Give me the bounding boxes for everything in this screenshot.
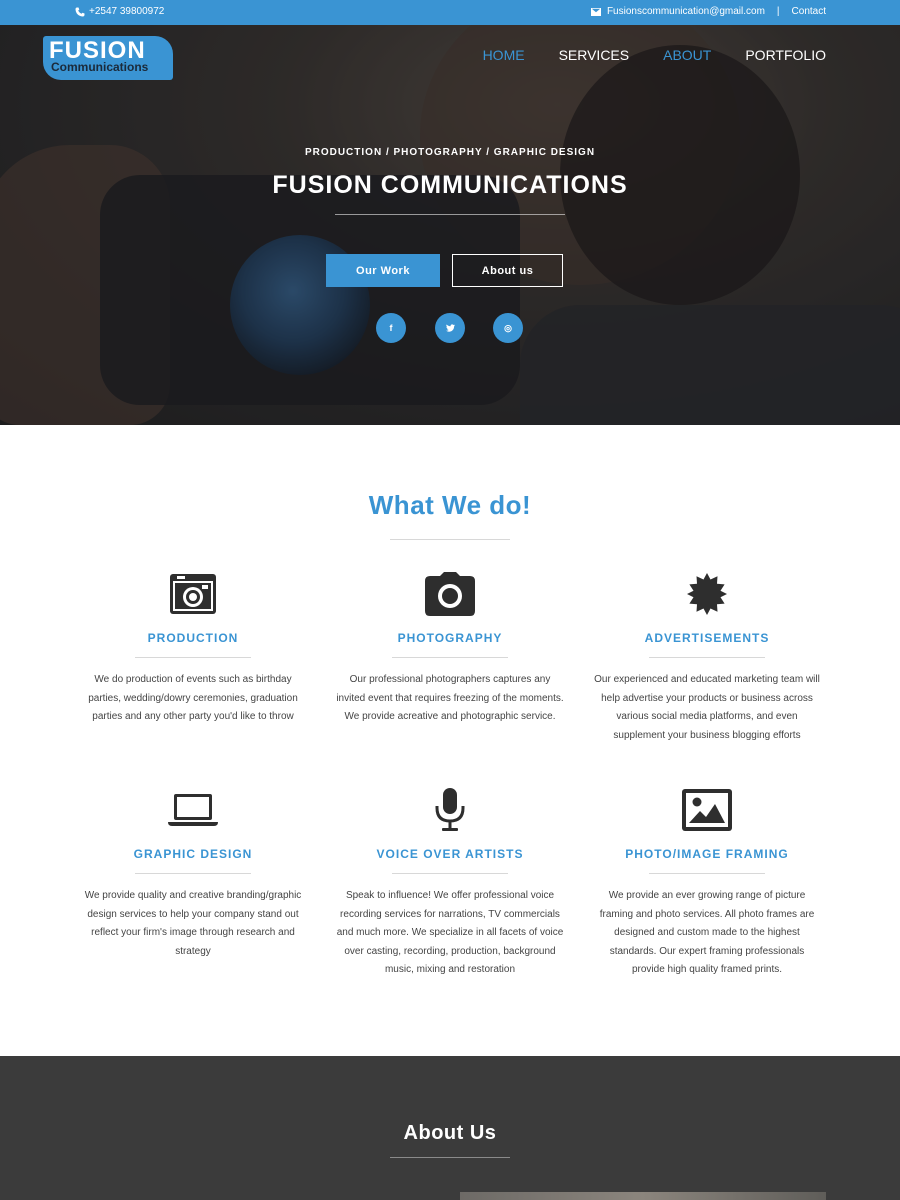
service-divider <box>392 873 508 874</box>
main-nav: HOME SERVICES ABOUT PORTFOLIO <box>483 47 826 63</box>
hero-title: FUSION COMMUNICATIONS <box>272 171 628 199</box>
hero-overlay <box>0 25 900 425</box>
microphone-icon <box>330 786 570 834</box>
instagram-icon[interactable]: ◎ <box>493 313 523 343</box>
nav-services[interactable]: SERVICES <box>559 47 630 63</box>
service-advertisements: ADVERTISEMENTS Our experienced and educa… <box>587 570 827 745</box>
site-logo[interactable]: FUSION Communications <box>43 36 173 80</box>
service-divider <box>649 873 765 874</box>
logo-text-sub: Communications <box>51 60 149 74</box>
service-description: Our professional photographers captures … <box>336 674 564 722</box>
what-we-do-title: What We do! <box>368 490 532 520</box>
service-divider <box>135 657 251 658</box>
nav-about[interactable]: ABOUT <box>663 47 711 63</box>
top-bar: +2547 39800972 Fusionscommunication@gmai… <box>0 0 900 25</box>
contact-link[interactable]: Contact <box>792 6 826 17</box>
our-work-button[interactable]: Our Work <box>326 254 440 287</box>
service-name: GRAPHIC DESIGN <box>133 847 253 861</box>
hero-subtitle: PRODUCTION / PHOTOGRAPHY / GRAPHIC DESIG… <box>304 147 596 158</box>
service-divider <box>649 657 765 658</box>
service-photography: PHOTOGRAPHY Our professional photographe… <box>330 570 570 727</box>
service-name: ADVERTISEMENTS <box>644 631 770 645</box>
about-divider <box>390 1157 510 1158</box>
service-photo-framing: PHOTO/IMAGE FRAMING We provide an ever g… <box>587 786 827 980</box>
badge-icon <box>587 570 827 618</box>
nav-portfolio[interactable]: PORTFOLIO <box>745 47 826 63</box>
service-divider <box>135 873 251 874</box>
service-description: Speak to influence! We offer professiona… <box>336 890 564 975</box>
envelope-icon <box>590 7 601 16</box>
service-divider <box>392 657 508 658</box>
service-description: We provide an ever growing range of pict… <box>599 890 815 975</box>
about-title: About Us <box>403 1122 497 1144</box>
film-camera-icon <box>73 570 313 618</box>
picture-icon <box>587 786 827 834</box>
service-production: PRODUCTION We do production of events su… <box>73 570 313 727</box>
service-graphic-design: GRAPHIC DESIGN We provide quality and cr… <box>73 786 313 961</box>
service-name: PHOTO/IMAGE FRAMING <box>625 847 789 861</box>
about-image <box>460 1192 826 1200</box>
service-name: VOICE OVER ARTISTS <box>376 847 524 861</box>
service-description: Our experienced and educated marketing t… <box>594 674 820 741</box>
email-link[interactable]: Fusionscommunication@gmail.com <box>607 6 765 17</box>
facebook-icon[interactable]: f <box>376 313 406 343</box>
twitter-icon[interactable] <box>435 313 465 343</box>
about-us-button[interactable]: About us <box>452 254 563 287</box>
laptop-icon <box>73 786 313 834</box>
what-we-do-divider <box>390 539 510 540</box>
service-description: We do production of events such as birth… <box>88 674 298 722</box>
camera-icon <box>330 570 570 618</box>
service-name: PHOTOGRAPHY <box>397 631 503 645</box>
hero-section: FUSION Communications HOME SERVICES ABOU… <box>0 25 900 425</box>
hero-divider <box>335 214 565 215</box>
phone-icon <box>75 7 85 17</box>
about-section: About Us <box>0 1056 900 1200</box>
phone-info: +2547 39800972 <box>75 6 164 17</box>
service-description: We provide quality and creative branding… <box>84 890 302 957</box>
nav-home[interactable]: HOME <box>483 47 525 63</box>
separator: | <box>776 6 780 17</box>
phone-number: +2547 39800972 <box>89 6 165 17</box>
service-voice-over: VOICE OVER ARTISTS Speak to influence! W… <box>330 786 570 980</box>
service-name: PRODUCTION <box>147 631 239 645</box>
